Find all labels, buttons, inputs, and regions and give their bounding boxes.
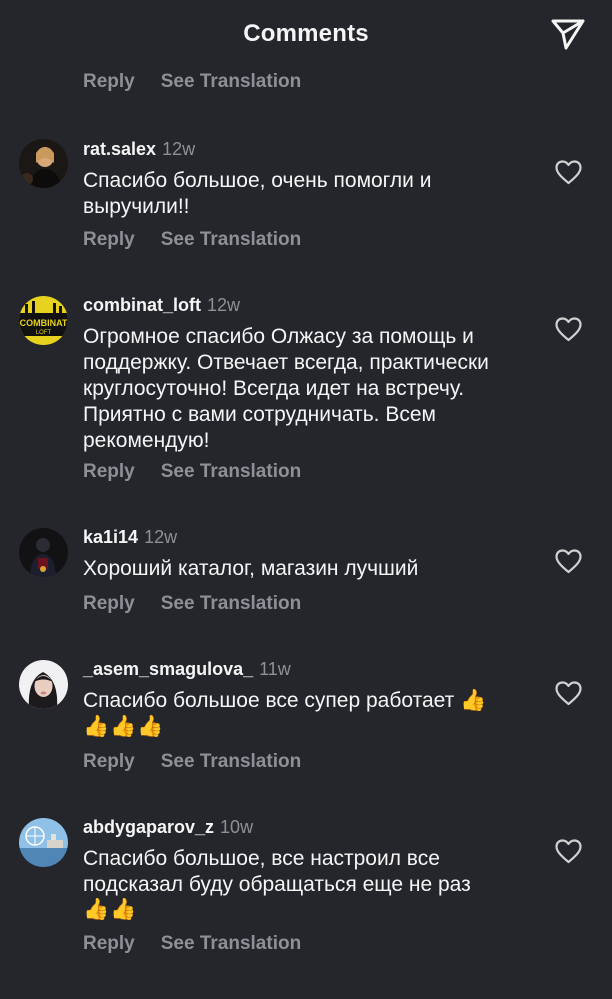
comment-username[interactable]: ka1i14	[83, 527, 138, 547]
comment-text: Спасибо большое, все настроил все подска…	[83, 847, 471, 896]
comment-actions: Reply See Translation	[83, 751, 301, 773]
avatar-logo-subtext: LOFT	[36, 330, 52, 336]
see-translation-button[interactable]: See Translation	[161, 593, 301, 614]
comment-text: Хороший каталог, магазин лучший	[83, 557, 419, 580]
comment-text: Спасибо большое все супер работает 👍	[83, 689, 487, 712]
avatar-logo-text: COMBINAT	[20, 318, 68, 328]
reply-button[interactable]: Reply	[83, 751, 135, 772]
comment-username[interactable]: combinat_loft	[83, 295, 201, 315]
reply-button[interactable]: Reply	[83, 71, 135, 92]
reply-button[interactable]: Reply	[83, 593, 135, 614]
comment-emoji-line: 👍👍👍	[83, 715, 165, 738]
see-translation-button[interactable]: See Translation	[161, 751, 301, 772]
comment-time: 11w	[259, 659, 291, 679]
comment-meta: combinat_loft 12w	[83, 295, 240, 316]
comment-meta: _asem_smagulova_ 11w	[83, 659, 291, 680]
comment-text: Спасибо большое, очень помогли и выручил…	[83, 169, 432, 218]
reply-button[interactable]: Reply	[83, 933, 135, 954]
page-title: Comments	[243, 20, 369, 47]
comment-time: 12w	[162, 139, 196, 159]
avatar[interactable]	[19, 660, 68, 709]
heart-icon[interactable]	[555, 317, 582, 342]
comment-username[interactable]: abdygaparov_z	[83, 817, 214, 837]
avatar[interactable]	[19, 528, 68, 577]
comment-actions: Reply See Translation	[83, 229, 301, 251]
see-translation-button[interactable]: See Translation	[161, 933, 301, 954]
heart-icon[interactable]	[555, 549, 582, 574]
comment-actions: Reply See Translation	[83, 71, 301, 93]
comment-time: 10w	[220, 817, 254, 837]
reply-button[interactable]: Reply	[83, 461, 135, 482]
comment-actions: Reply See Translation	[83, 933, 301, 955]
comment-meta: abdygaparov_z 10w	[83, 817, 253, 838]
comment-time: 12w	[144, 527, 178, 547]
send-icon[interactable]	[550, 16, 586, 52]
reply-button[interactable]: Reply	[83, 229, 135, 250]
avatar[interactable]: COMBINAT LOFT	[19, 296, 68, 345]
comment-actions: Reply See Translation	[83, 593, 301, 615]
comment-time: 12w	[207, 295, 241, 315]
heart-icon[interactable]	[555, 839, 582, 864]
comment-username[interactable]: rat.salex	[83, 139, 156, 159]
avatar[interactable]	[19, 818, 68, 867]
comment-username[interactable]: _asem_smagulova_	[83, 659, 253, 679]
header-bar: Comments	[0, 0, 612, 70]
comment-meta: rat.salex 12w	[83, 139, 195, 160]
see-translation-button[interactable]: See Translation	[161, 71, 301, 92]
avatar[interactable]	[19, 139, 68, 188]
see-translation-button[interactable]: See Translation	[161, 229, 301, 250]
comment-text: Огромное спасибо Олжасу за помощь и подд…	[83, 325, 489, 452]
comment-actions: Reply See Translation	[83, 461, 301, 483]
see-translation-button[interactable]: See Translation	[161, 461, 301, 482]
comment-meta: ka1i14 12w	[83, 527, 177, 548]
heart-icon[interactable]	[555, 160, 582, 185]
heart-icon[interactable]	[555, 681, 582, 706]
comment-emoji-line: 👍👍	[83, 898, 138, 921]
